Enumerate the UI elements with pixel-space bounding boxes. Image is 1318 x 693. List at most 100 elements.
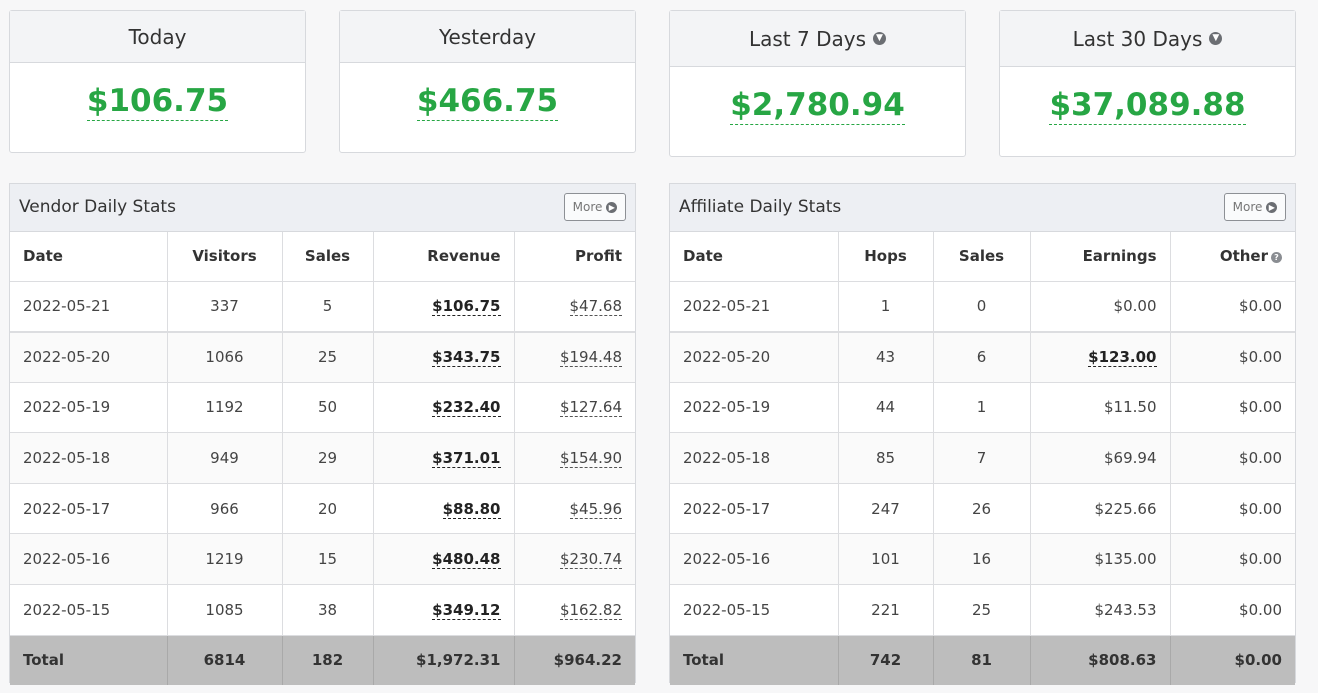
cell-hops: 44 [837,381,934,434]
total-date: Total [10,634,168,686]
cell-link-revenue[interactable]: $349.12 [432,600,501,620]
cell-link-profit[interactable]: $45.96 [569,499,622,519]
card-header: Today [10,11,305,63]
cell-link-profit[interactable]: $47.68 [569,297,622,317]
cell-profit: $45.96 [513,482,635,535]
total-earnings: $808.63 [1029,634,1171,686]
cell-link-profit[interactable]: $127.64 [559,398,622,418]
col-header-date[interactable]: Date [670,232,839,282]
cell-profit: $127.64 [513,381,635,434]
chevron-down-icon[interactable]: ▼ [1209,32,1223,45]
question-circle-icon[interactable]: ? [1271,252,1282,264]
cell-sales: 25 [932,584,1031,636]
cell-date: 2022-05-18 [10,432,168,484]
card-value[interactable]: $466.75 [340,63,635,121]
card-label: Last 7 Days [748,26,866,51]
cell-revenue: $88.80 [372,482,515,535]
cell-earnings: $225.66 [1029,482,1171,535]
cell-date: 2022-05-15 [670,584,839,636]
col-header-date[interactable]: Date [10,232,168,282]
cell-link-profit[interactable]: $194.48 [559,348,622,368]
col-header-profit[interactable]: Profit [513,232,635,282]
col-header-hops[interactable]: Hops [837,232,934,282]
cell-link-profit[interactable]: $230.74 [559,550,622,570]
cell-profit: $230.74 [513,533,635,586]
cell-link-revenue[interactable]: $343.75 [432,348,501,368]
card-value[interactable]: $37,089.88 [1000,67,1295,125]
cell-sales: 26 [932,482,1031,535]
col-header-sales[interactable]: Sales [932,232,1031,282]
affiliate-daily-stats-panel: Affiliate Daily Stats More ▶ Date Hops Sa… [669,183,1296,686]
cell-link-profit[interactable]: $162.82 [559,600,622,620]
cell-revenue: $232.40 [372,381,515,434]
total-hops: 742 [837,634,934,686]
table-row: 2022-05-16 1219 15 $480.48 $230.74 [10,533,635,586]
vendor-daily-stats-panel: Vendor Daily Stats More ▶ Date Visitors S… [9,183,636,686]
affiliate-stats-table: Date Hops Sales Earnings Other? 2022-05-… [670,232,1295,686]
cell-visitors: 1192 [166,381,283,434]
cell-visitors: 1085 [166,584,283,636]
cell-link-revenue[interactable]: $88.80 [442,499,501,519]
table-row: 2022-05-20 1066 25 $343.75 $194.48 [10,331,635,383]
cell-visitors: 1066 [166,331,283,383]
cell-date: 2022-05-20 [670,331,839,383]
chevron-down-icon[interactable]: ▼ [873,32,886,45]
cell-date: 2022-05-15 [10,584,168,636]
cell-other: $0.00 [1169,331,1295,383]
more-button[interactable]: More ▶ [1224,193,1286,221]
summary-card-today: Today $106.75 [9,10,306,153]
cell-date: 2022-05-17 [10,482,168,535]
panel-header: Affiliate Daily Stats More ▶ [670,184,1295,232]
col-header-other[interactable]: Other? [1169,232,1295,282]
col-header-revenue[interactable]: Revenue [372,232,515,282]
cell-earnings: $69.94 [1029,432,1171,484]
table-header-row: Date Hops Sales Earnings Other? [670,232,1295,282]
card-header[interactable]: Last 7 Days ▼ [670,11,965,67]
col-header-visitors[interactable]: Visitors [166,232,283,282]
more-button[interactable]: More ▶ [564,193,626,221]
cell-sales: 0 [932,280,1031,333]
cell-link-revenue[interactable]: $371.01 [432,449,501,469]
cell-profit: $162.82 [513,584,635,636]
cell-revenue: $343.75 [372,331,515,383]
cell-profit: $194.48 [513,331,635,383]
cell-hops: 1 [837,280,934,333]
total-sales: 182 [281,634,374,686]
cell-visitors: 1219 [166,533,283,586]
cell-revenue: $480.48 [372,533,515,586]
cell-sales: 50 [281,381,374,434]
cell-hops: 247 [837,482,934,535]
total-other: $0.00 [1169,634,1295,686]
card-header[interactable]: Last 30 Days ▼ [1000,11,1295,67]
chevron-right-icon: ▶ [1266,201,1278,213]
cell-date: 2022-05-16 [670,533,839,586]
col-header-sales[interactable]: Sales [281,232,374,282]
total-date: Total [670,634,839,686]
col-header-earnings[interactable]: Earnings [1029,232,1171,282]
table-row: 2022-05-17 966 20 $88.80 $45.96 [10,482,635,535]
cell-link-revenue[interactable]: $480.48 [432,550,501,570]
card-value[interactable]: $106.75 [10,63,305,121]
cell-sales: 1 [932,381,1031,434]
cell-other: $0.00 [1169,584,1295,636]
cell-visitors: 949 [166,432,283,484]
cell-link-revenue[interactable]: $232.40 [432,398,501,418]
cell-other: $0.00 [1169,482,1295,535]
cell-sales: 5 [281,280,374,333]
panel-header: Vendor Daily Stats More ▶ [10,184,635,232]
table-row: 2022-05-20 43 6 $123.00 $0.00 [670,331,1295,383]
cell-revenue: $371.01 [372,432,515,484]
total-row: Total 742 81 $808.63 $0.00 [670,634,1295,686]
cell-other: $0.00 [1169,432,1295,484]
cell-other: $0.00 [1169,381,1295,434]
total-sales: 81 [932,634,1031,686]
card-value[interactable]: $2,780.94 [670,67,965,125]
table-row: 2022-05-17 247 26 $225.66 $0.00 [670,482,1295,535]
cell-earnings: $243.53 [1029,584,1171,636]
cell-link-profit[interactable]: $154.90 [559,449,622,469]
cell-link-earnings[interactable]: $123.00 [1088,348,1157,368]
cell-sales: 20 [281,482,374,535]
summary-card-last-30-days: Last 30 Days ▼ $37,089.88 [999,10,1296,157]
cell-link-revenue[interactable]: $106.75 [432,297,501,317]
vendor-stats-table: Date Visitors Sales Revenue Profit 2022-… [10,232,635,686]
